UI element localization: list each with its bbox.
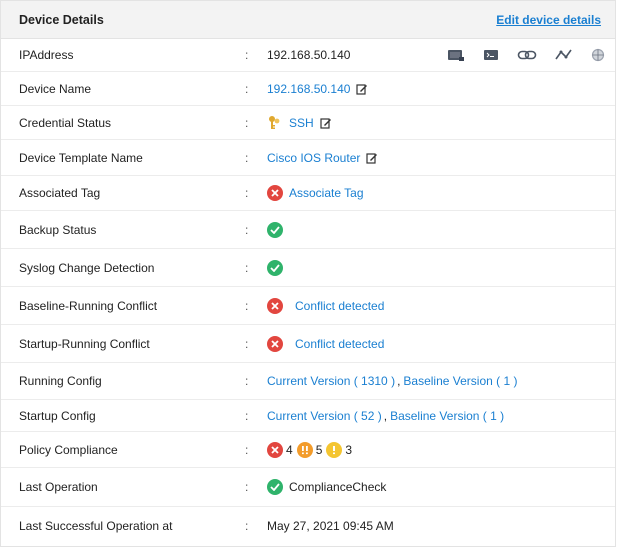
row-colon: :: [245, 150, 249, 165]
ip-address-value: 192.168.50.140: [267, 48, 351, 62]
row-colon: :: [245, 186, 249, 200]
row-label: Device Template Name: [19, 150, 143, 165]
minor-count: 3: [345, 442, 353, 457]
running-baseline-version-link[interactable]: Baseline Version ( 1 ): [403, 374, 517, 388]
row-label: Credential Status: [19, 115, 112, 130]
device-name-link[interactable]: 192.168.50.140: [267, 82, 350, 96]
check-circle-icon: [267, 479, 283, 495]
row-startup-config: Startup Config : Current Version ( 52 ) …: [1, 400, 615, 432]
edit-device-details-link[interactable]: Edit device details: [496, 13, 601, 27]
row-colon: :: [245, 336, 249, 351]
row-colon: :: [245, 518, 249, 533]
device-template-link[interactable]: Cisco IOS Router: [267, 151, 360, 165]
link-icon[interactable]: [517, 49, 537, 61]
row-syslog-change-detection: Syslog Change Detection :: [1, 249, 615, 287]
separator: ,: [383, 408, 388, 423]
startup-running-conflict-link[interactable]: Conflict detected: [295, 337, 384, 351]
edit-icon[interactable]: [320, 117, 332, 129]
row-device-name: Device Name : 192.168.50.140: [1, 72, 615, 106]
row-colon: :: [245, 81, 249, 96]
device-details-panel: Device Details Edit device details IPAdd…: [0, 0, 616, 547]
x-circle-icon: [267, 335, 283, 352]
running-current-version-link[interactable]: Current Version ( 1310 ): [267, 374, 395, 388]
row-label: Device Name: [19, 81, 92, 96]
row-colon: :: [245, 48, 249, 62]
row-label: Startup-Running Conflict: [19, 336, 150, 351]
terminal-icon[interactable]: [447, 48, 465, 62]
exclamation-icon[interactable]: [296, 441, 313, 458]
edit-icon[interactable]: [366, 152, 378, 164]
row-colon: :: [245, 260, 249, 275]
major-count: 5: [315, 442, 323, 457]
row-colon: :: [245, 298, 249, 313]
row-label: IPAddress: [19, 48, 74, 62]
row-colon: :: [245, 480, 249, 494]
row-colon: :: [245, 222, 249, 237]
row-last-operation: Last Operation : ComplianceCheck: [1, 468, 615, 507]
key-icon: [267, 115, 283, 131]
row-label: Running Config: [19, 374, 102, 388]
row-colon: :: [245, 374, 249, 388]
last-operation-value: ComplianceCheck: [289, 480, 387, 494]
associate-tag-link[interactable]: Associate Tag: [289, 186, 364, 200]
row-policy-compliance: Policy Compliance : 4 5 3: [1, 432, 615, 468]
row-label: Associated Tag: [19, 186, 101, 200]
row-label: Policy Compliance: [19, 442, 118, 457]
row-backup-status: Backup Status :: [1, 211, 615, 249]
device-actions: [447, 48, 605, 62]
last-successful-operation-value: May 27, 2021 09:45 AM: [267, 518, 394, 533]
row-last-successful-operation: Last Successful Operation at : May 27, 2…: [1, 507, 615, 544]
row-running-config: Running Config : Current Version ( 1310 …: [1, 363, 615, 400]
row-label: Backup Status: [19, 222, 97, 237]
baseline-running-conflict-link[interactable]: Conflict detected: [295, 299, 384, 313]
row-label: Baseline-Running Conflict: [19, 298, 158, 313]
check-circle-icon: [267, 259, 283, 276]
panel-title: Device Details: [19, 12, 104, 27]
row-associated-tag: Associated Tag : Associate Tag: [1, 176, 615, 211]
graph-icon[interactable]: [555, 48, 573, 62]
x-circle-icon[interactable]: [267, 441, 283, 458]
globe-icon[interactable]: [591, 48, 605, 62]
row-startup-running-conflict: Startup-Running Conflict : Conflict dete…: [1, 325, 615, 363]
row-label: Startup Config: [19, 408, 96, 423]
edit-icon[interactable]: [356, 83, 368, 95]
startup-baseline-version-link[interactable]: Baseline Version ( 1 ): [390, 409, 504, 423]
row-credential-status: Credential Status : SSH: [1, 106, 615, 140]
separator: ,: [397, 374, 401, 388]
x-circle-icon: [267, 297, 283, 314]
row-label: Syslog Change Detection: [19, 260, 155, 275]
console-icon[interactable]: [483, 48, 499, 62]
startup-current-version-link[interactable]: Current Version ( 52 ): [267, 409, 382, 423]
panel-header: Device Details Edit device details: [1, 1, 615, 39]
row-label: Last Operation: [19, 480, 98, 494]
critical-count: 4: [286, 442, 293, 457]
x-circle-icon: [267, 185, 283, 201]
row-device-template: Device Template Name : Cisco IOS Router: [1, 140, 615, 176]
exclamation-icon[interactable]: [326, 441, 343, 458]
credential-ssh-link[interactable]: SSH: [289, 116, 314, 130]
row-colon: :: [245, 408, 249, 423]
row-label: Last Successful Operation at: [19, 518, 173, 533]
row-colon: :: [245, 442, 249, 457]
row-colon: :: [245, 115, 249, 130]
check-circle-icon: [267, 221, 283, 238]
row-baseline-running-conflict: Baseline-Running Conflict : Conflict det…: [1, 287, 615, 325]
row-ip-address: IPAddress : 192.168.50.140: [1, 39, 615, 72]
